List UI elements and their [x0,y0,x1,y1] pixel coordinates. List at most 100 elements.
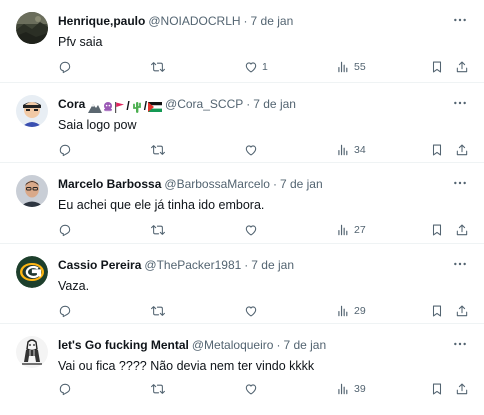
retweet-icon [151,62,165,72]
retweet-button[interactable] [151,58,169,76]
share-button[interactable] [455,380,469,398]
like-button[interactable] [244,141,262,159]
display-name[interactable]: Marcelo Barbossa [58,177,161,191]
reply-tweet[interactable]: Marcelo Barbossa @BarbossaMarcelo · 7 de ja… [0,163,484,244]
mountain-icon [88,103,103,113]
views-button[interactable]: 29 [336,302,366,320]
bookmark-button[interactable] [430,380,444,398]
retweet-button[interactable] [151,221,169,239]
user-handle[interactable]: @Metaloqueiro [192,338,274,352]
user-handle[interactable]: @ThePacker1981 [144,258,241,272]
reply-tweet[interactable]: Cassio Pereira @ThePacker1981 · 7 de jan Va… [0,244,484,324]
reply-button[interactable] [58,380,76,398]
separator-dot: · [276,338,281,352]
avatar[interactable] [16,12,48,44]
views-button[interactable]: 55 [336,58,366,76]
views-button[interactable]: 39 [336,380,366,398]
tweet-text: Eu achei que ele já tinha ido embora. [58,198,265,212]
reply-tweet[interactable]: Henrique,paulo @NOIADOCRLH · 7 de jan Pfv s… [0,0,484,83]
display-name[interactable]: let's Go fucking Mental [58,338,189,352]
reply-button[interactable] [58,141,76,159]
views-button[interactable]: 34 [336,141,366,159]
retweet-icon [151,225,165,235]
tweet-text: Vaza. [58,279,90,293]
tweet-text: Vai ou fica ???? Não devia nem ter vindo… [58,359,315,373]
retweet-button[interactable] [151,302,169,320]
avatar[interactable] [16,95,48,127]
avatar[interactable] [16,175,48,207]
reply-button[interactable] [58,302,76,320]
share-button[interactable] [455,58,469,76]
cartoon-character-avatar-icon [16,95,48,127]
tweet-text: Pfv saia [58,35,103,49]
man-portrait-avatar-icon [16,175,48,207]
reply-icon [59,61,71,74]
separator-dot: · [246,97,251,111]
views-count: 34 [354,144,366,156]
octopus-icon [104,101,113,112]
heart-icon [245,384,257,395]
green-bay-logo-avatar-icon [16,256,48,288]
views-count: 27 [354,224,366,236]
bookmark-button[interactable] [430,302,444,320]
more-options-icon[interactable] [452,12,468,28]
palestine-flag-icon [148,101,163,112]
heart-icon [245,225,257,236]
user-handle[interactable]: @BarbossaMarcelo [164,177,270,191]
heart-icon [245,62,257,73]
retweet-button[interactable] [151,141,169,159]
views-bar-chart-icon [338,383,348,395]
views-bar-chart-icon [338,305,348,317]
more-options-icon[interactable] [452,175,468,191]
like-button[interactable]: 1 [244,58,268,76]
views-count: 55 [354,61,366,73]
views-button[interactable]: 27 [336,221,366,239]
retweet-icon [151,384,165,394]
avatar[interactable] [16,336,48,368]
reply-tweet[interactable]: let's Go fucking Mental @Metaloqueiro · 7 d… [0,324,484,415]
user-handle[interactable]: @Cora_SCCP [165,97,243,111]
tweet-date[interactable]: 7 de jan [251,258,294,272]
like-button[interactable] [244,302,262,320]
tweet-date[interactable]: 7 de jan [251,14,294,28]
views-bar-chart-icon [338,224,348,236]
share-button[interactable] [455,302,469,320]
share-icon [456,61,468,73]
sketch-drawing-avatar-icon [16,336,48,368]
display-name[interactable]: Cora [58,97,85,111]
user-handle[interactable]: @NOIADOCRLH [148,14,240,28]
separator-dot: · [243,14,248,28]
tweet-date[interactable]: 7 de jan [253,97,296,111]
reply-button[interactable] [58,221,76,239]
like-count: 1 [262,61,268,73]
more-options-icon[interactable] [452,95,468,111]
views-count: 29 [354,305,366,317]
avatar[interactable] [16,256,48,288]
display-name[interactable]: Cassio Pereira [58,258,141,272]
share-icon [456,383,468,395]
like-button[interactable] [244,380,262,398]
like-button[interactable] [244,221,262,239]
replies-feed: Henrique,paulo @NOIADOCRLH · 7 de jan Pfv s… [0,0,484,415]
display-name[interactable]: Henrique,paulo [58,14,145,28]
tweet-actions: 27 [58,221,470,239]
retweet-button[interactable] [151,380,169,398]
tweet-date[interactable]: 7 de jan [283,338,326,352]
reply-tweet[interactable]: Cora / / @Cora_SCCP · 7 de jan Saia logo pow … [0,83,484,163]
bookmark-button[interactable] [430,58,444,76]
more-options-icon[interactable] [452,336,468,352]
reply-icon [59,305,71,318]
more-options-icon[interactable] [452,256,468,272]
reply-button[interactable] [58,58,76,76]
share-button[interactable] [455,221,469,239]
tweet-date[interactable]: 7 de jan [280,177,323,191]
bookmark-icon [432,224,442,236]
tweet-actions: 1 55 [58,58,470,76]
heart-icon [245,306,257,317]
share-icon [456,224,468,236]
bookmark-button[interactable] [430,221,444,239]
reply-icon [59,383,71,396]
bookmark-icon [432,144,442,156]
share-button[interactable] [455,141,469,159]
bookmark-button[interactable] [430,141,444,159]
